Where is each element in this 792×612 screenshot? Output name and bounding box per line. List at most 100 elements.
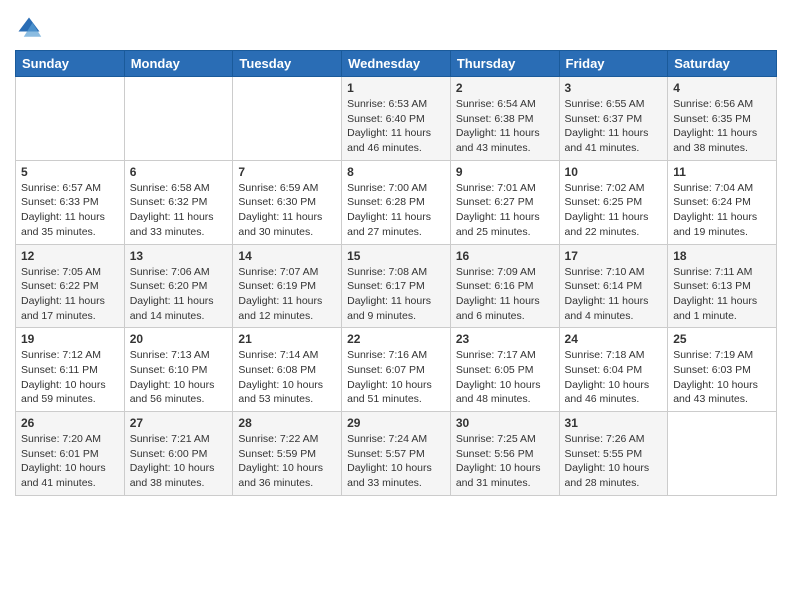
day-cell-12: 12 Sunrise: 7:05 AM Sunset: 6:22 PM Dayli… (16, 244, 125, 328)
day-info: Sunrise: 7:17 AM Sunset: 6:05 PM Dayligh… (456, 348, 554, 407)
day-number: 12 (21, 249, 119, 263)
day-number: 6 (130, 165, 228, 179)
day-number: 23 (456, 332, 554, 346)
day-cell-15: 15 Sunrise: 7:08 AM Sunset: 6:17 PM Dayli… (342, 244, 451, 328)
day-info: Sunrise: 7:26 AM Sunset: 5:55 PM Dayligh… (565, 432, 663, 491)
day-info: Sunrise: 7:09 AM Sunset: 6:16 PM Dayligh… (456, 265, 554, 324)
day-number: 10 (565, 165, 663, 179)
day-number: 29 (347, 416, 445, 430)
day-info: Sunrise: 6:56 AM Sunset: 6:35 PM Dayligh… (673, 97, 771, 156)
weekday-header-tuesday: Tuesday (233, 51, 342, 77)
day-number: 3 (565, 81, 663, 95)
day-number: 22 (347, 332, 445, 346)
logo-icon (15, 14, 43, 42)
day-number: 14 (238, 249, 336, 263)
day-number: 30 (456, 416, 554, 430)
day-cell-14: 14Sunrise: 7:07 AM Sunset: 6:19 PM Dayli… (233, 244, 342, 328)
day-cell-29: 29Sunrise: 7:24 AM Sunset: 5:57 PM Dayli… (342, 412, 451, 496)
day-info: Sunrise: 6:59 AM Sunset: 6:30 PM Dayligh… (238, 181, 336, 240)
day-info: Sunrise: 7:01 AM Sunset: 6:27 PM Dayligh… (456, 181, 554, 240)
day-cell-28: 28 Sunrise: 7:22 AM Sunset: 5:59 PM Dayli… (233, 412, 342, 496)
day-info: Sunrise: 7:21 AM Sunset: 6:00 PM Dayligh… (130, 432, 228, 491)
day-info: Sunrise: 7:00 AM Sunset: 6:28 PM Dayligh… (347, 181, 445, 240)
day-info: Sunrise: 7:13 AM Sunset: 6:10 PM Dayligh… (130, 348, 228, 407)
week-row-2: 5 Sunrise: 6:57 AM Sunset: 6:33 PM Daylig… (16, 160, 777, 244)
day-info: Sunrise: 7:25 AM Sunset: 5:56 PM Dayligh… (456, 432, 554, 491)
day-info: Sunrise: 7:19 AM Sunset: 6:03 PM Dayligh… (673, 348, 771, 407)
day-number: 20 (130, 332, 228, 346)
day-info: Sunrise: 7:02 AM Sunset: 6:25 PM Dayligh… (565, 181, 663, 240)
day-cell-20: 20 Sunrise: 7:13 AM Sunset: 6:10 PM Dayli… (124, 328, 233, 412)
weekday-header-saturday: Saturday (668, 51, 777, 77)
header (15, 10, 777, 42)
day-info: Sunrise: 6:53 AM Sunset: 6:40 PM Dayligh… (347, 97, 445, 156)
day-cell-13: 13 Sunrise: 7:06 AM Sunset: 6:20 PM Dayli… (124, 244, 233, 328)
day-number: 15 (347, 249, 445, 263)
day-number: 17 (565, 249, 663, 263)
day-number: 2 (456, 81, 554, 95)
weekday-header-row: SundayMondayTuesdayWednesdayThursdayFrid… (16, 51, 777, 77)
day-info: Sunrise: 7:16 AM Sunset: 6:07 PM Dayligh… (347, 348, 445, 407)
day-cell-6: 6 Sunrise: 6:58 AM Sunset: 6:32 PM Daylig… (124, 160, 233, 244)
day-cell-27: 27 Sunrise: 7:21 AM Sunset: 6:00 PM Dayli… (124, 412, 233, 496)
logo (15, 14, 47, 42)
day-number: 11 (673, 165, 771, 179)
empty-cell (124, 77, 233, 161)
day-number: 1 (347, 81, 445, 95)
day-info: Sunrise: 6:58 AM Sunset: 6:32 PM Dayligh… (130, 181, 228, 240)
day-cell-17: 17 Sunrise: 7:10 AM Sunset: 6:14 PM Dayli… (559, 244, 668, 328)
day-cell-23: 23 Sunrise: 7:17 AM Sunset: 6:05 PM Dayli… (450, 328, 559, 412)
day-info: Sunrise: 7:11 AM Sunset: 6:13 PM Dayligh… (673, 265, 771, 324)
week-row-4: 19Sunrise: 7:12 AM Sunset: 6:11 PM Dayli… (16, 328, 777, 412)
day-info: Sunrise: 7:04 AM Sunset: 6:24 PM Dayligh… (673, 181, 771, 240)
day-cell-18: 18 Sunrise: 7:11 AM Sunset: 6:13 PM Dayli… (668, 244, 777, 328)
day-cell-8: 8 Sunrise: 7:00 AM Sunset: 6:28 PM Daylig… (342, 160, 451, 244)
day-info: Sunrise: 7:12 AM Sunset: 6:11 PM Dayligh… (21, 348, 119, 407)
day-cell-11: 11 Sunrise: 7:04 AM Sunset: 6:24 PM Dayli… (668, 160, 777, 244)
day-info: Sunrise: 7:06 AM Sunset: 6:20 PM Dayligh… (130, 265, 228, 324)
day-number: 8 (347, 165, 445, 179)
day-number: 7 (238, 165, 336, 179)
day-number: 31 (565, 416, 663, 430)
weekday-header-wednesday: Wednesday (342, 51, 451, 77)
day-info: Sunrise: 7:14 AM Sunset: 6:08 PM Dayligh… (238, 348, 336, 407)
day-info: Sunrise: 6:54 AM Sunset: 6:38 PM Dayligh… (456, 97, 554, 156)
week-row-3: 12 Sunrise: 7:05 AM Sunset: 6:22 PM Dayli… (16, 244, 777, 328)
empty-cell (668, 412, 777, 496)
day-info: Sunrise: 7:22 AM Sunset: 5:59 PM Dayligh… (238, 432, 336, 491)
day-cell-5: 5 Sunrise: 6:57 AM Sunset: 6:33 PM Daylig… (16, 160, 125, 244)
day-cell-10: 10 Sunrise: 7:02 AM Sunset: 6:25 PM Dayli… (559, 160, 668, 244)
day-number: 26 (21, 416, 119, 430)
day-info: Sunrise: 6:57 AM Sunset: 6:33 PM Dayligh… (21, 181, 119, 240)
day-number: 18 (673, 249, 771, 263)
day-cell-26: 26 Sunrise: 7:20 AM Sunset: 6:01 PM Dayli… (16, 412, 125, 496)
week-row-5: 26 Sunrise: 7:20 AM Sunset: 6:01 PM Dayli… (16, 412, 777, 496)
day-number: 4 (673, 81, 771, 95)
day-cell-30: 30 Sunrise: 7:25 AM Sunset: 5:56 PM Dayli… (450, 412, 559, 496)
day-cell-2: 2 Sunrise: 6:54 AM Sunset: 6:38 PM Daylig… (450, 77, 559, 161)
day-number: 28 (238, 416, 336, 430)
day-cell-9: 9 Sunrise: 7:01 AM Sunset: 6:27 PM Daylig… (450, 160, 559, 244)
empty-cell (16, 77, 125, 161)
day-info: Sunrise: 7:20 AM Sunset: 6:01 PM Dayligh… (21, 432, 119, 491)
day-cell-22: 22 Sunrise: 7:16 AM Sunset: 6:07 PM Dayli… (342, 328, 451, 412)
weekday-header-thursday: Thursday (450, 51, 559, 77)
day-cell-21: 21Sunrise: 7:14 AM Sunset: 6:08 PM Dayli… (233, 328, 342, 412)
day-info: Sunrise: 7:10 AM Sunset: 6:14 PM Dayligh… (565, 265, 663, 324)
day-number: 16 (456, 249, 554, 263)
calendar-table: SundayMondayTuesdayWednesdayThursdayFrid… (15, 50, 777, 496)
weekday-header-monday: Monday (124, 51, 233, 77)
day-info: Sunrise: 7:08 AM Sunset: 6:17 PM Dayligh… (347, 265, 445, 324)
day-cell-25: 25Sunrise: 7:19 AM Sunset: 6:03 PM Dayli… (668, 328, 777, 412)
day-number: 9 (456, 165, 554, 179)
day-number: 27 (130, 416, 228, 430)
day-cell-31: 31 Sunrise: 7:26 AM Sunset: 5:55 PM Dayli… (559, 412, 668, 496)
day-cell-16: 16 Sunrise: 7:09 AM Sunset: 6:16 PM Dayli… (450, 244, 559, 328)
day-number: 5 (21, 165, 119, 179)
day-number: 13 (130, 249, 228, 263)
day-info: Sunrise: 6:55 AM Sunset: 6:37 PM Dayligh… (565, 97, 663, 156)
weekday-header-sunday: Sunday (16, 51, 125, 77)
day-info: Sunrise: 7:18 AM Sunset: 6:04 PM Dayligh… (565, 348, 663, 407)
day-info: Sunrise: 7:05 AM Sunset: 6:22 PM Dayligh… (21, 265, 119, 324)
day-number: 24 (565, 332, 663, 346)
